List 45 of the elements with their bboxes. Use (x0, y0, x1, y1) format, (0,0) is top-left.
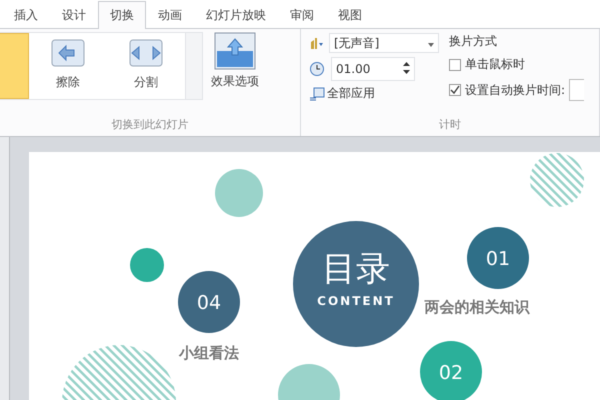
checkbox[interactable] (449, 84, 461, 96)
apply-all-icon (309, 86, 325, 102)
section-title: 两会的相关知识 (424, 298, 530, 316)
decorative-circle (130, 248, 164, 282)
gallery-scroll-button[interactable] (186, 33, 202, 55)
section-number: 02 (438, 362, 464, 384)
caret-icon (428, 43, 434, 47)
transition-label: 擦除 (56, 74, 80, 91)
gallery-scroll-button[interactable] (186, 77, 202, 99)
ribbon-tab[interactable]: 动画 (146, 1, 194, 28)
transition-option[interactable] (0, 33, 29, 99)
ribbon-tab[interactable]: 插入 (2, 1, 50, 28)
effect-options-icon (213, 31, 257, 71)
section-number: 04 (196, 292, 222, 314)
duration-spinner[interactable]: 01.00 (331, 57, 415, 81)
hatched-circle (530, 153, 584, 207)
ribbon-tab[interactable]: 视图 (326, 1, 374, 28)
advance-slide-heading: 换片方式 (449, 33, 498, 50)
section-title: 小组看法 (179, 344, 239, 362)
checkbox-label: 设置自动换片时间: (465, 82, 566, 98)
sound-dropdown[interactable]: [无声音] (329, 33, 439, 53)
checkbox[interactable] (449, 58, 461, 70)
sound-icon (309, 35, 325, 51)
transition-option[interactable]: 分割 (107, 33, 185, 99)
transition-option[interactable]: 擦除 (29, 33, 107, 99)
section-number: 01 (486, 248, 510, 270)
group-label: 计时 (438, 117, 462, 133)
ribbon-tab[interactable]: 审阅 (278, 1, 326, 28)
checkmark-icon (450, 85, 460, 95)
slide-subtitle: CONTENT (317, 294, 395, 308)
group-label: 切换到此幻灯片 (110, 117, 190, 133)
ribbon-tab[interactable]: 切换 (98, 1, 146, 29)
checkbox-label: 单击鼠标时 (465, 56, 525, 73)
time-input-field[interactable] (569, 79, 584, 101)
ribbon-tab[interactable]: 设计 (50, 1, 98, 28)
split-transition-icon (128, 38, 164, 68)
decorative-circle (215, 169, 263, 217)
wipe-transition-icon (50, 38, 86, 68)
clock-icon (309, 61, 325, 77)
slide-title: 目录 (322, 249, 390, 289)
apply-all-button[interactable]: 全部应用 (309, 85, 439, 102)
ribbon-tab[interactable]: 幻灯片放映 (194, 1, 278, 28)
transition-label: 分割 (134, 74, 158, 91)
spinner-arrows-icon (403, 60, 410, 74)
effect-options-button[interactable]: 效果选项 (203, 29, 267, 116)
